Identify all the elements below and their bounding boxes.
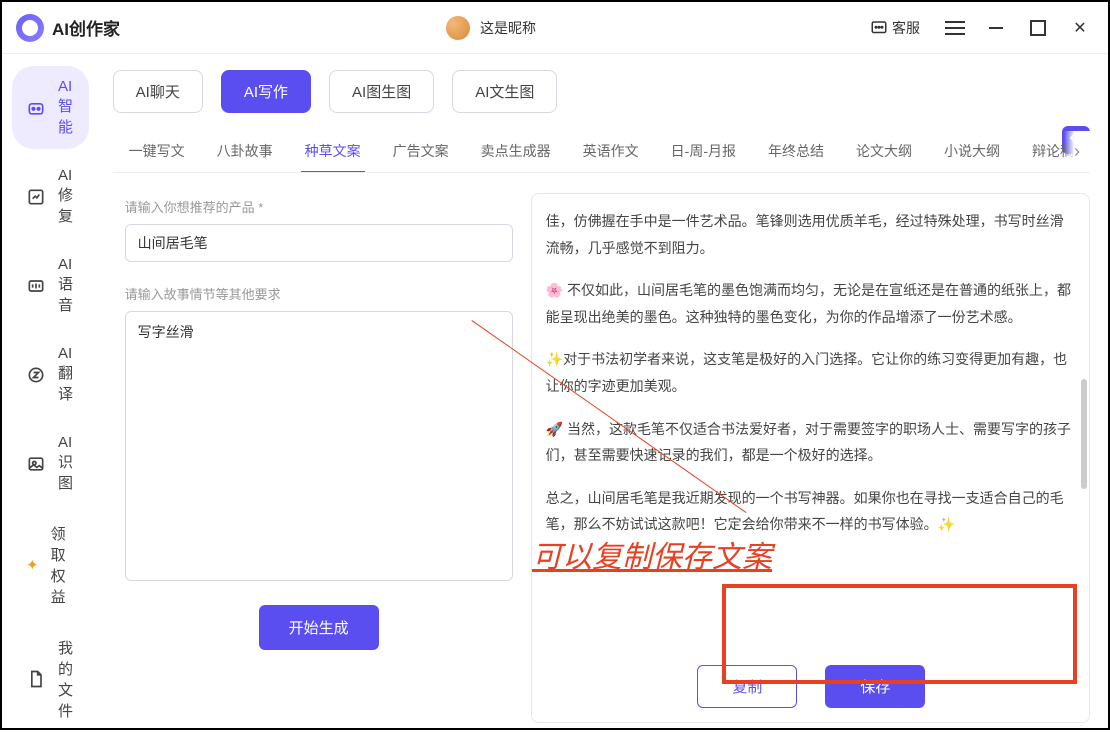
- sidebar-item-label: AI语音: [58, 256, 75, 315]
- sub-tab[interactable]: 年终总结: [764, 131, 828, 172]
- translate-icon: [26, 365, 46, 385]
- repair-icon: [26, 187, 46, 207]
- close-button[interactable]: [1066, 14, 1094, 42]
- logo-wrap: AI创作家: [16, 14, 120, 42]
- voice-icon: [26, 276, 46, 296]
- sub-tab[interactable]: 八卦故事: [213, 131, 277, 172]
- avatar-icon[interactable]: [446, 16, 470, 40]
- output-actions: 复制 保存: [546, 651, 1077, 708]
- kefu-label: 客服: [892, 18, 920, 38]
- sub-tab[interactable]: 广告文案: [389, 131, 453, 172]
- mode-tab-img2img[interactable]: AI图生图: [329, 70, 434, 113]
- file-icon: [26, 669, 46, 689]
- output-scrollbar[interactable]: [1081, 204, 1087, 642]
- sidebar-item-label: 领取权益: [51, 523, 75, 607]
- sub-tab[interactable]: 卖点生成器: [477, 131, 555, 172]
- sidebar-item-ai-repair[interactable]: AI修复: [12, 155, 89, 238]
- generate-button[interactable]: 开始生成: [259, 605, 379, 650]
- mode-tab-write[interactable]: AI写作: [221, 70, 311, 113]
- header-center: 这是昵称: [120, 16, 862, 40]
- ai-smart-icon: [26, 98, 46, 118]
- sub-tab[interactable]: 论文大纲: [852, 131, 916, 172]
- sidebar-item-my-files[interactable]: 我的文件: [12, 625, 89, 733]
- hamburger-icon: [945, 27, 965, 29]
- sub-tab[interactable]: 小说大纲: [940, 131, 1004, 172]
- detail-field-label: 请输入故事情节等其他要求: [125, 284, 513, 303]
- output-paragraph: 总之，山间居毛笔是我近期发现的一个书写神器。如果你也在寻找一支适合自己的毛笔，那…: [546, 485, 1073, 538]
- output-text: 佳，仿佛握在手中是一件艺术品。笔锋则选用优质羊毛，经过特殊处理，书写时丝滑流畅，…: [546, 208, 1077, 651]
- customer-service-button[interactable]: 客服: [862, 14, 928, 42]
- sidebar-item-ai-voice[interactable]: AI语音: [12, 244, 89, 327]
- app-title: AI创作家: [52, 15, 120, 40]
- main-panel: AI聊天 AI写作 AI图生图 AI文生图 一键写文 八卦故事 种草文案 广告文…: [99, 54, 1108, 728]
- sidebar: AI智能 AI修复 AI语音 AI翻译 AI识图 ✦ 领取权益 我的文件: [2, 54, 99, 728]
- chevron-right-icon: [1070, 145, 1084, 159]
- sub-tabs: 一键写文 八卦故事 种草文案 广告文案 卖点生成器 英语作文 日-周-月报 年终…: [113, 131, 1090, 173]
- mode-tab-chat[interactable]: AI聊天: [113, 70, 203, 113]
- sidebar-item-ai-vision[interactable]: AI识图: [12, 422, 89, 505]
- maximize-button[interactable]: [1024, 14, 1052, 42]
- sidebar-item-rewards[interactable]: ✦ 领取权益: [12, 511, 89, 619]
- mode-tabs: AI聊天 AI写作 AI图生图 AI文生图: [113, 70, 1090, 113]
- sidebar-item-label: AI翻译: [58, 345, 75, 404]
- mode-tab-txt2img[interactable]: AI文生图: [452, 70, 557, 113]
- sub-tab[interactable]: 日-周-月报: [667, 131, 740, 172]
- sub-tabs-more[interactable]: [1064, 131, 1090, 172]
- sidebar-item-label: AI识图: [58, 434, 75, 493]
- sub-tab[interactable]: 一键写文: [125, 131, 189, 172]
- save-button[interactable]: 保存: [825, 665, 925, 708]
- nickname-label: 这是昵称: [480, 18, 536, 38]
- sidebar-item-label: AI修复: [58, 167, 75, 226]
- minimize-button[interactable]: [982, 14, 1010, 42]
- output-paragraph: 🌸 不仅如此，山间居毛笔的墨色饱满而均匀，无论是在宣纸还是在普通的纸张上，都能呈…: [546, 277, 1073, 330]
- sidebar-item-ai-smart[interactable]: AI智能: [12, 66, 89, 149]
- detail-textarea[interactable]: [125, 311, 513, 581]
- sidebar-item-label: AI智能: [58, 78, 75, 137]
- sidebar-item-label: 我的文件: [58, 637, 75, 721]
- form-column: 请输入你想推荐的产品 请输入故事情节等其他要求 开始生成: [113, 193, 513, 723]
- product-field-label: 请输入你想推荐的产品: [125, 197, 513, 216]
- sidebar-item-ai-translate[interactable]: AI翻译: [12, 333, 89, 416]
- vision-icon: [26, 454, 46, 474]
- output-column: 佳，仿佛握在手中是一件艺术品。笔锋则选用优质羊毛，经过特殊处理，书写时丝滑流畅，…: [531, 193, 1090, 723]
- output-paragraph: 🚀 当然，这款毛笔不仅适合书法爱好者，对于需要签字的职场人士、需要写字的孩子们，…: [546, 416, 1073, 469]
- output-paragraph: 佳，仿佛握在手中是一件艺术品。笔锋则选用优质羊毛，经过特殊处理，书写时丝滑流畅，…: [546, 208, 1073, 261]
- reward-icon: ✦: [26, 555, 39, 575]
- menu-button[interactable]: [942, 27, 968, 29]
- sub-tab[interactable]: 英语作文: [579, 131, 643, 172]
- chat-icon: [870, 19, 888, 37]
- product-input[interactable]: [125, 224, 513, 262]
- output-paragraph: ✨对于书法初学者来说，这支笔是极好的入门选择。它让你的练习变得更加有趣，也让你的…: [546, 346, 1073, 399]
- app-logo-icon: [16, 14, 44, 42]
- header-bar: AI创作家 这是昵称 客服: [2, 2, 1108, 54]
- header-right: 客服: [862, 14, 1094, 42]
- sub-tab-active[interactable]: 种草文案: [301, 131, 365, 173]
- copy-button[interactable]: 复制: [697, 665, 797, 708]
